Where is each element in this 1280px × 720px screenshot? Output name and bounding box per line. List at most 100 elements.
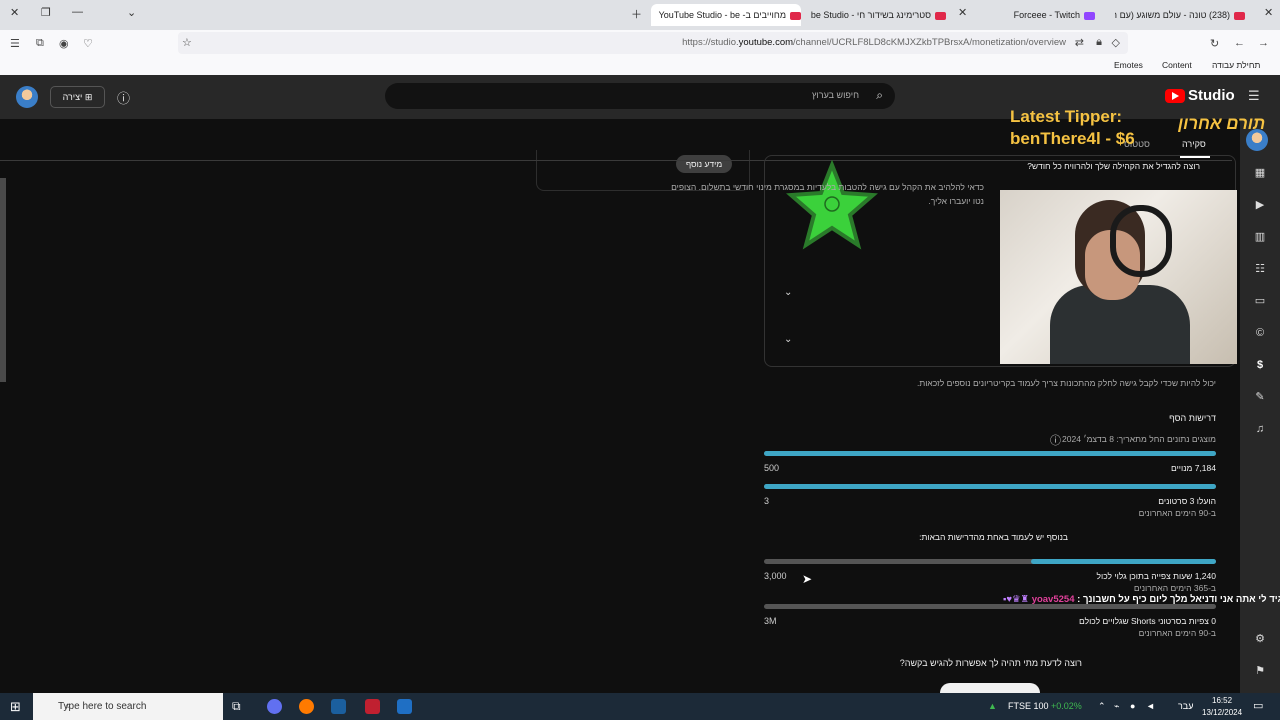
info-icon[interactable]: ⓘ — [1050, 432, 1061, 448]
tab-title: סטרימינג בשידור חי - be Studio — [810, 10, 931, 20]
subscribers-value: 7,184 מנויים — [1170, 463, 1216, 473]
content-icon[interactable]: ▶ — [1253, 199, 1267, 211]
more-info-button[interactable]: מידע נוסף — [676, 155, 732, 173]
close-window-icon[interactable]: ✕ — [10, 6, 19, 19]
community-icon[interactable]: ☷ — [1253, 263, 1267, 275]
bookmark-content[interactable]: Content — [1162, 60, 1192, 70]
notifications-icon[interactable]: ▭ — [1253, 699, 1263, 712]
windows-start-icon[interactable]: ⊞ — [10, 699, 21, 715]
hamburger-menu-icon[interactable]: ☰ — [1248, 88, 1260, 104]
tipper-value: benThere4l - $6 — [1010, 129, 1135, 148]
notify-question: רוצה לדעת מתי תהיה לך אפשרות להגיש בקשה? — [899, 658, 1082, 668]
progress-fill — [764, 484, 1216, 489]
bookmark-star-icon[interactable]: ☆ — [182, 36, 192, 49]
watch-hours-value: 1,240 שעות צפייה בתוכן גלוי לכול — [1096, 571, 1216, 581]
intro-text-2: נטו יועברו אליך. — [928, 196, 984, 206]
watch-hours-progress-bar — [764, 559, 1216, 564]
firefox-icon[interactable] — [299, 699, 314, 714]
tab-list-icon[interactable]: ⌄ — [127, 6, 136, 19]
chevron-down-icon[interactable]: ⌄ — [784, 287, 792, 298]
tab-twitch[interactable]: Forceee - Twitch — [1010, 4, 1095, 26]
create-label: יצירה — [62, 92, 83, 102]
avatar[interactable] — [16, 86, 38, 108]
scrollbar[interactable] — [0, 178, 6, 382]
discord-icon[interactable] — [267, 699, 282, 714]
tab-title: (238) טונה - עולם משוגע (עם רב — [1115, 10, 1230, 20]
ticker-name[interactable]: FTSE 100 — [1008, 701, 1049, 711]
bookmark-emotes[interactable]: Emotes — [1114, 60, 1143, 70]
last-donor-overlay: תורם אחרון — [1178, 114, 1266, 133]
customization-icon[interactable]: ✎ — [1253, 391, 1267, 403]
extensions-icon[interactable]: ⧉ — [36, 37, 44, 50]
microphone-icon[interactable]: ● — [1130, 701, 1135, 711]
feedback-icon[interactable]: ⚑ — [1253, 665, 1267, 677]
lock-icon[interactable]: 🔒︎ — [1096, 36, 1102, 49]
help-icon[interactable]: ⓘ — [117, 88, 130, 107]
studio-logo[interactable]: Studio — [1165, 87, 1235, 104]
chevron-down-icon[interactable]: ⌄ — [784, 334, 792, 345]
restore-window-icon[interactable]: ❐ — [41, 6, 51, 19]
steam-icon[interactable] — [331, 699, 346, 714]
settings-icon[interactable]: ⚙ — [1253, 633, 1267, 645]
pocket-icon[interactable]: ♡ — [83, 37, 93, 50]
star-illustration — [786, 160, 878, 250]
subtitles-icon[interactable]: ▭ — [1253, 295, 1267, 307]
menu-icon[interactable]: ☰ — [10, 37, 20, 50]
right-nav-rail: ▦ ▶ ▥ ☷ ▭ © $ ✎ ♫ ⚙ ⚑ — [1240, 119, 1280, 693]
tab-title: מחוייבים ב- YouTube Studio - be — [658, 10, 786, 20]
app-icon[interactable] — [397, 699, 412, 714]
bookmark-getting-started[interactable]: תחילת עבודה — [1212, 60, 1260, 70]
dashboard-icon[interactable]: ▦ — [1253, 167, 1267, 179]
tray-chevron-icon[interactable]: ⌃ — [1098, 701, 1106, 712]
search-icon: ⌕ — [65, 700, 72, 712]
tab-title: Forceee - Twitch — [1013, 10, 1080, 20]
close-tab-icon[interactable]: ✕ — [958, 6, 967, 19]
eligibility-note: יכול להיות שכדי לקבל גישה לחלק מהתכונות … — [916, 378, 1216, 388]
url-path: /channel/UCRLF8LD8cKMJXZkbTPBrsxA/moneti… — [793, 37, 1066, 48]
tab-live-streaming[interactable]: סטרימינג בשידור חי - be Studio — [806, 4, 946, 26]
new-tab-icon[interactable]: ＋ — [631, 6, 642, 22]
search-input[interactable]: חיפוש בערוץ ⌕ — [385, 83, 895, 109]
threshold-title: דרישות הסף — [1169, 413, 1216, 423]
permissions-icon[interactable]: ⇄ — [1075, 36, 1084, 49]
task-view-icon[interactable]: ⧉ — [232, 699, 241, 714]
obs-icon[interactable] — [365, 699, 380, 714]
search-icon: ⌕ — [876, 88, 883, 102]
tab-overview[interactable]: סקירה — [1182, 139, 1206, 149]
shield-icon[interactable]: ◇ — [1112, 36, 1120, 49]
network-icon[interactable]: ⌁ — [1114, 701, 1119, 712]
speaker-icon[interactable]: ◄ — [1146, 701, 1155, 711]
headphones-icon — [1110, 205, 1172, 277]
clock-date[interactable]: 13/12/2024 — [1202, 708, 1242, 717]
mouse-cursor-icon: ➤ — [802, 572, 813, 586]
earn-icon[interactable]: $ — [1253, 359, 1267, 371]
create-button[interactable]: יצירה ⊞ — [50, 86, 105, 108]
webcam-overlay — [1000, 190, 1237, 364]
logo-text: Studio — [1188, 87, 1235, 104]
uploads-value: הועלו 3 סרטונים — [1158, 496, 1216, 506]
audio-library-icon[interactable]: ♫ — [1253, 423, 1267, 435]
url-domain: youtube.com — [738, 37, 794, 48]
progress-fill — [764, 451, 1216, 456]
stock-chart-icon: ▲ — [988, 701, 997, 711]
forward-icon[interactable]: → — [1258, 37, 1269, 49]
uploads-progress-bar — [764, 484, 1216, 489]
copyright-icon[interactable]: © — [1253, 327, 1267, 339]
close-tab-icon[interactable]: ✕ — [1264, 6, 1273, 19]
latest-tipper-overlay: Latest Tipper: benThere4l - $6 — [1010, 106, 1135, 150]
minimize-window-icon[interactable]: — — [72, 6, 83, 18]
address-bar[interactable]: ☆ https://studio.youtube.com/channel/UCR… — [178, 32, 1128, 54]
clock-time[interactable]: 16:52 — [1212, 696, 1232, 705]
language-indicator[interactable]: עבר — [1178, 701, 1193, 711]
browser-toolbar: ☰ ⧉ ◉ ♡ ☆ https://studio.youtube.com/cha… — [0, 30, 1280, 57]
analytics-icon[interactable]: ▥ — [1253, 231, 1267, 243]
shorts-views-sub: ב-90 הימים האחרונים — [1138, 628, 1216, 638]
watch-hours-sub: ב-365 הימים האחרונים — [1133, 583, 1216, 593]
ticker-change: +0.02% — [1051, 701, 1082, 711]
tab-youtube-song[interactable]: (238) טונה - עולם משוגע (עם רב — [1115, 4, 1245, 26]
back-icon[interactable]: ← — [1234, 37, 1245, 49]
tab-monetization[interactable]: מחוייבים ב- YouTube Studio - be — [651, 4, 801, 26]
taskbar-search-input[interactable]: ⌕ Type here to search — [33, 693, 223, 720]
account-icon[interactable]: ◉ — [59, 37, 69, 50]
reload-icon[interactable]: ↻ — [1210, 37, 1219, 50]
